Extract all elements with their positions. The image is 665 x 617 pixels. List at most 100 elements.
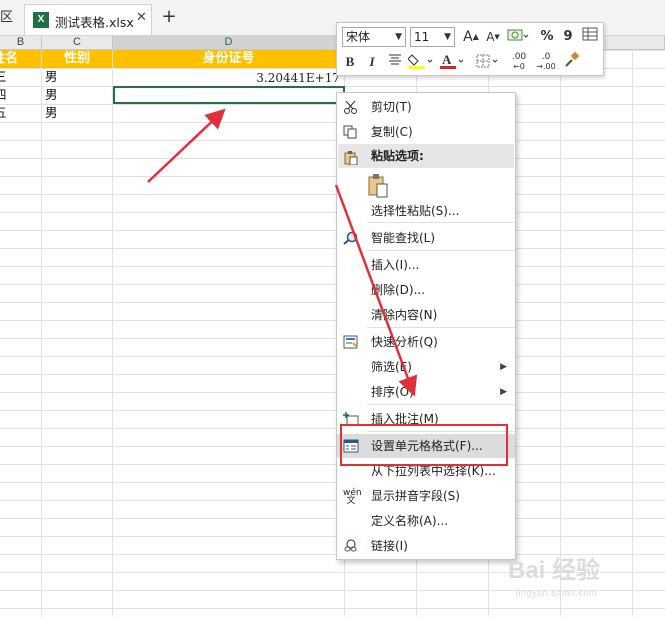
- menu-label: 筛选(E): [371, 360, 412, 374]
- menu-item-cut[interactable]: 剪切(T): [337, 95, 515, 119]
- arrow-left-icon: ←0: [513, 62, 525, 71]
- align-center-icon: [389, 54, 401, 65]
- caret-up-icon: ▲: [472, 32, 479, 41]
- scissors-icon: [343, 100, 359, 114]
- header-cell-gender[interactable]: 性别: [42, 50, 112, 68]
- menu-label: 粘贴选项:: [371, 149, 424, 163]
- tab-title: 测试表格.xlsx: [55, 15, 134, 30]
- menu-item-delete[interactable]: 删除(D)...: [337, 278, 515, 302]
- selected-cell-d3[interactable]: [113, 86, 345, 104]
- table-icon: [582, 27, 598, 41]
- cell-d2[interactable]: 3.20441E+17: [150, 69, 340, 87]
- comma-style-button[interactable]: 9: [560, 27, 576, 47]
- menu-item-insert[interactable]: 插入(I)...: [337, 253, 515, 277]
- column-header-b[interactable]: B: [0, 36, 42, 50]
- quick-analysis-icon: [343, 335, 359, 349]
- font-size-select[interactable]: 11 ▼: [410, 27, 455, 47]
- cell-b2[interactable]: 三: [0, 68, 7, 86]
- italic-button[interactable]: I: [364, 52, 380, 72]
- borders-button[interactable]: [474, 52, 502, 72]
- paste-icon: [343, 149, 359, 173]
- menu-label: 智能查找(L): [371, 231, 436, 245]
- baidu-watermark: Bai 经验 jingyan.baidu.com: [508, 550, 658, 608]
- gridline: [560, 50, 561, 617]
- menu-label: 清除内容(N): [371, 308, 438, 322]
- highlight-annotation-box: [340, 424, 508, 466]
- new-tab-button[interactable]: +: [158, 6, 180, 28]
- menu-separator: [367, 327, 515, 328]
- submenu-arrow-icon: ▶: [500, 387, 507, 397]
- watermark-brand: Bai 经验: [508, 557, 601, 584]
- caret-down-icon: ▼: [494, 33, 500, 41]
- menu-item-filter[interactable]: 筛选(E) ▶: [337, 355, 515, 379]
- font-size-value: 11: [414, 30, 430, 44]
- phonetic-icon: wén 文: [343, 488, 362, 506]
- gridline: [112, 50, 113, 617]
- grow-font-button[interactable]: A▲: [462, 27, 480, 47]
- menu-item-phonetic[interactable]: wén 文 显示拼音字段(S): [337, 484, 515, 508]
- menu-label: 删除(D)...: [371, 283, 426, 297]
- close-tab-icon[interactable]: ✕: [136, 10, 147, 25]
- gridline: [41, 50, 42, 617]
- gridline: [632, 50, 633, 617]
- header-cell-id-number[interactable]: 身份证号: [113, 50, 344, 68]
- format-painter-button[interactable]: [562, 51, 582, 72]
- grow-font-label: A: [463, 29, 473, 45]
- menu-label: 插入(I)...: [371, 258, 420, 272]
- decrease-decimal-button[interactable]: .0 →.00: [534, 52, 558, 72]
- shrink-font-button[interactable]: A▼: [484, 27, 502, 47]
- paste-option-button[interactable]: [367, 173, 391, 199]
- active-tab[interactable]: X 测试表格.xlsx ✕: [24, 4, 152, 35]
- format-painter-grid-button[interactable]: [581, 27, 599, 47]
- font-color-button[interactable]: A: [438, 52, 466, 72]
- previous-tab[interactable]: 区: [0, 0, 22, 35]
- menu-separator: [367, 404, 515, 405]
- menu-item-smart-lookup[interactable]: 智能查找(L): [337, 226, 515, 250]
- percent-style-button[interactable]: %: [538, 27, 556, 47]
- header-cell-name[interactable]: 姓名: [0, 50, 41, 68]
- cell-c2[interactable]: 男: [45, 68, 58, 86]
- menu-label: 选择性粘贴(S)...: [371, 204, 460, 218]
- cell-c3[interactable]: 男: [45, 86, 58, 104]
- menu-item-paste-special[interactable]: 选择性粘贴(S)...: [337, 199, 515, 223]
- accounting-format-button[interactable]: [505, 27, 531, 47]
- column-header-d[interactable]: D: [113, 36, 345, 50]
- accounting-format-icon: [507, 29, 529, 41]
- menu-separator: [367, 250, 515, 251]
- context-menu: 剪切(T) 复制(C) 粘贴选项: 选择性粘贴(S)... 智能查找(L) 插入…: [336, 92, 516, 560]
- cell-b3[interactable]: 四: [0, 86, 7, 104]
- increase-decimal-button[interactable]: .00 ←0: [507, 52, 531, 72]
- link-icon: [343, 539, 359, 553]
- worksheet-grid[interactable]: [0, 50, 665, 617]
- cell-b4[interactable]: 五: [0, 104, 7, 122]
- menu-label: 快速分析(Q): [371, 335, 438, 349]
- cell-c4[interactable]: 男: [45, 104, 58, 122]
- chevron-down-icon: ▼: [395, 32, 402, 42]
- align-center-button[interactable]: [386, 52, 404, 72]
- bold-button[interactable]: B: [342, 52, 358, 72]
- menu-item-quick-analysis[interactable]: 快速分析(Q): [337, 330, 515, 354]
- menu-item-sort[interactable]: 排序(O) ▶: [337, 380, 515, 404]
- font-name-value: 宋体: [346, 30, 371, 44]
- menu-item-define-name[interactable]: 定义名称(A)...: [337, 509, 515, 533]
- font-color-icon: A: [440, 52, 464, 69]
- copy-icon: [343, 125, 359, 139]
- menu-item-clear-contents[interactable]: 清除内容(N): [337, 303, 515, 327]
- search-icon: [343, 231, 359, 245]
- submenu-arrow-icon: ▶: [500, 362, 507, 372]
- menu-label: 排序(O): [371, 385, 414, 399]
- excel-file-icon: X: [33, 12, 49, 28]
- fill-color-button[interactable]: [407, 52, 435, 72]
- decrease-decimal-icon: .0: [541, 52, 551, 62]
- menu-label: 剪切(T): [371, 100, 412, 114]
- column-header-c[interactable]: C: [42, 36, 113, 50]
- menu-item-copy[interactable]: 复制(C): [337, 120, 515, 144]
- svg-text:A: A: [442, 52, 452, 67]
- chevron-down-icon: ▼: [444, 32, 451, 42]
- watermark-url: jingyan.baidu.com: [516, 588, 598, 598]
- fill-color-icon: [407, 54, 433, 69]
- arrow-right-icon: →.00: [536, 62, 556, 71]
- paste-options-header: 粘贴选项:: [338, 144, 514, 168]
- font-name-select[interactable]: 宋体 ▼: [342, 27, 406, 47]
- menu-item-link[interactable]: 链接(I): [337, 534, 515, 558]
